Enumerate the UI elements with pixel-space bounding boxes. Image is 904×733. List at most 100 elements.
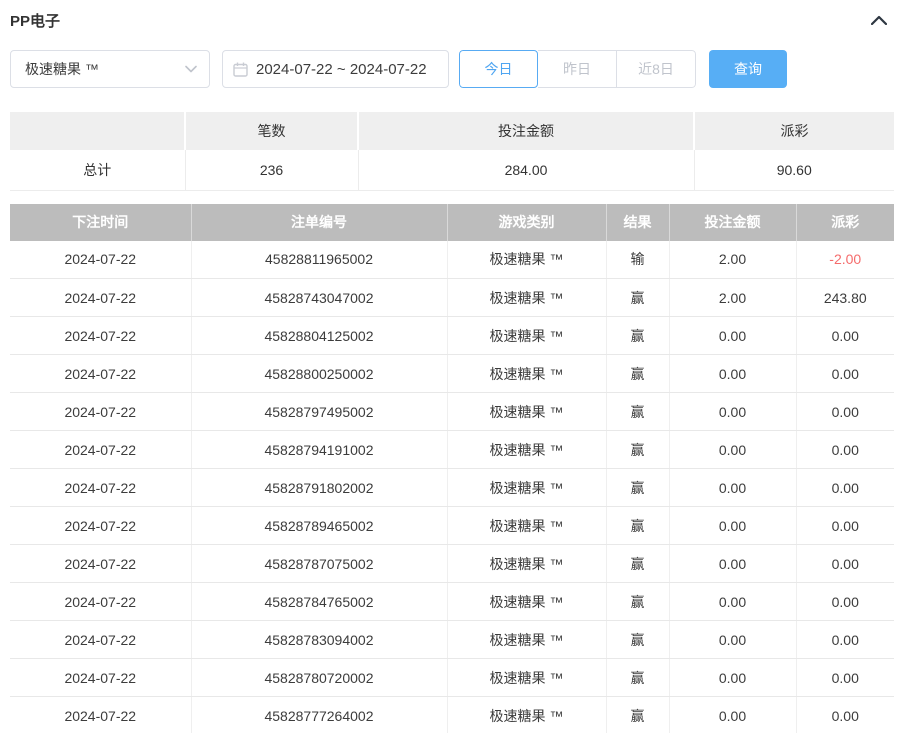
table-row: 2024-07-2245828800250002极速糖果 ™赢0.000.00: [10, 355, 894, 393]
cell-game-type: 极速糖果 ™: [447, 431, 606, 469]
cell-payout: 243.80: [796, 279, 894, 317]
cell-payout: 0.00: [796, 621, 894, 659]
table-row: 2024-07-2245828797495002极速糖果 ™赢0.000.00: [10, 393, 894, 431]
quick-range-last8days[interactable]: 近8日: [617, 50, 696, 88]
table-row: 2024-07-2245828777264002极速糖果 ™赢0.000.00: [10, 697, 894, 733]
query-button[interactable]: 查询: [709, 50, 787, 88]
table-row: 2024-07-2245828791802002极速糖果 ™赢0.000.00: [10, 469, 894, 507]
cell-game-type: 极速糖果 ™: [447, 279, 606, 317]
cell-bet-time: 2024-07-22: [10, 279, 191, 317]
cell-bet-time: 2024-07-22: [10, 393, 191, 431]
cell-result: 赢: [606, 621, 669, 659]
cell-payout: 0.00: [796, 317, 894, 355]
cell-result: 赢: [606, 697, 669, 733]
cell-payout: 0.00: [796, 545, 894, 583]
cell-payout: 0.00: [796, 355, 894, 393]
cell-result: 赢: [606, 545, 669, 583]
col-header-payout: 派彩: [796, 204, 894, 241]
summary-table: 笔数 投注金额 派彩 总计 236 284.00 90.60: [10, 112, 894, 191]
cell-result: 赢: [606, 659, 669, 697]
cell-bet-amount: 0.00: [669, 621, 796, 659]
cell-bet-id: 45828784765002: [191, 583, 447, 621]
table-row: 2024-07-2245828743047002极速糖果 ™赢2.00243.8…: [10, 279, 894, 317]
summary-total-count: 236: [185, 150, 358, 190]
cell-game-type: 极速糖果 ™: [447, 393, 606, 431]
cell-bet-id: 45828794191002: [191, 431, 447, 469]
filter-bar: 极速糖果 ™ 2024-07-22 ~ 2024-07-22 今日 昨日 近8日…: [10, 50, 894, 88]
cell-bet-time: 2024-07-22: [10, 621, 191, 659]
table-row: 2024-07-2245828780720002极速糖果 ™赢0.000.00: [10, 659, 894, 697]
summary-header-bet-amount: 投注金额: [358, 112, 694, 150]
summary-header-row: 笔数 投注金额 派彩: [10, 112, 894, 150]
cell-game-type: 极速糖果 ™: [447, 507, 606, 545]
cell-result: 赢: [606, 583, 669, 621]
cell-bet-id: 45828791802002: [191, 469, 447, 507]
cell-bet-time: 2024-07-22: [10, 241, 191, 279]
summary-header-count: 笔数: [185, 112, 358, 150]
cell-bet-amount: 0.00: [669, 431, 796, 469]
cell-result: 赢: [606, 507, 669, 545]
date-range-value: 2024-07-22 ~ 2024-07-22: [256, 61, 427, 78]
date-range-input[interactable]: 2024-07-22 ~ 2024-07-22: [222, 50, 449, 88]
cell-bet-time: 2024-07-22: [10, 583, 191, 621]
cell-bet-amount: 0.00: [669, 545, 796, 583]
cell-bet-amount: 0.00: [669, 469, 796, 507]
cell-game-type: 极速糖果 ™: [447, 583, 606, 621]
cell-bet-time: 2024-07-22: [10, 545, 191, 583]
summary-total-bet-amount: 284.00: [358, 150, 694, 190]
cell-bet-time: 2024-07-22: [10, 317, 191, 355]
cell-bet-amount: 0.00: [669, 697, 796, 733]
cell-bet-amount: 0.00: [669, 583, 796, 621]
cell-bet-amount: 2.00: [669, 279, 796, 317]
cell-result: 赢: [606, 469, 669, 507]
panel-header: PP电子: [10, 8, 894, 32]
col-header-result: 结果: [606, 204, 669, 241]
bet-table-header-row: 下注时间注单编号游戏类别结果投注金额派彩: [10, 204, 894, 241]
col-header-bet-amount: 投注金额: [669, 204, 796, 241]
cell-result: 赢: [606, 317, 669, 355]
cell-payout: 0.00: [796, 697, 894, 733]
cell-game-type: 极速糖果 ™: [447, 621, 606, 659]
cell-payout: 0.00: [796, 659, 894, 697]
cell-game-type: 极速糖果 ™: [447, 241, 606, 279]
cell-bet-amount: 0.00: [669, 507, 796, 545]
quick-range-yesterday[interactable]: 昨日: [538, 50, 617, 88]
cell-payout: 0.00: [796, 469, 894, 507]
cell-bet-id: 45828777264002: [191, 697, 447, 733]
cell-game-type: 极速糖果 ™: [447, 545, 606, 583]
cell-game-type: 极速糖果 ™: [447, 317, 606, 355]
cell-bet-amount: 0.00: [669, 355, 796, 393]
cell-result: 赢: [606, 355, 669, 393]
summary-header-payout: 派彩: [694, 112, 894, 150]
summary-header-empty: [10, 112, 185, 150]
summary-total-row: 总计 236 284.00 90.60: [10, 150, 894, 190]
bet-table: 下注时间注单编号游戏类别结果投注金额派彩 2024-07-22458288119…: [10, 204, 894, 733]
calendar-icon: [233, 62, 248, 77]
cell-game-type: 极速糖果 ™: [447, 697, 606, 733]
collapse-panel-button[interactable]: [868, 9, 890, 31]
game-select[interactable]: 极速糖果 ™: [10, 50, 210, 88]
cell-bet-id: 45828743047002: [191, 279, 447, 317]
chevron-down-icon: [185, 65, 197, 73]
cell-bet-id: 45828804125002: [191, 317, 447, 355]
cell-payout: 0.00: [796, 431, 894, 469]
cell-bet-id: 45828811965002: [191, 241, 447, 279]
cell-bet-id: 45828787075002: [191, 545, 447, 583]
chevron-up-icon: [871, 15, 887, 25]
table-row: 2024-07-2245828794191002极速糖果 ™赢0.000.00: [10, 431, 894, 469]
table-row: 2024-07-2245828784765002极速糖果 ™赢0.000.00: [10, 583, 894, 621]
cell-bet-amount: 0.00: [669, 393, 796, 431]
game-select-value: 极速糖果 ™: [25, 59, 99, 79]
cell-bet-id: 45828783094002: [191, 621, 447, 659]
col-header-game-type: 游戏类别: [447, 204, 606, 241]
cell-bet-amount: 2.00: [669, 241, 796, 279]
quick-range-today[interactable]: 今日: [459, 50, 538, 88]
cell-payout: -2.00: [796, 241, 894, 279]
table-row: 2024-07-2245828787075002极速糖果 ™赢0.000.00: [10, 545, 894, 583]
cell-result: 输: [606, 241, 669, 279]
cell-bet-id: 45828797495002: [191, 393, 447, 431]
cell-bet-time: 2024-07-22: [10, 507, 191, 545]
cell-payout: 0.00: [796, 583, 894, 621]
cell-bet-time: 2024-07-22: [10, 697, 191, 733]
cell-bet-time: 2024-07-22: [10, 469, 191, 507]
